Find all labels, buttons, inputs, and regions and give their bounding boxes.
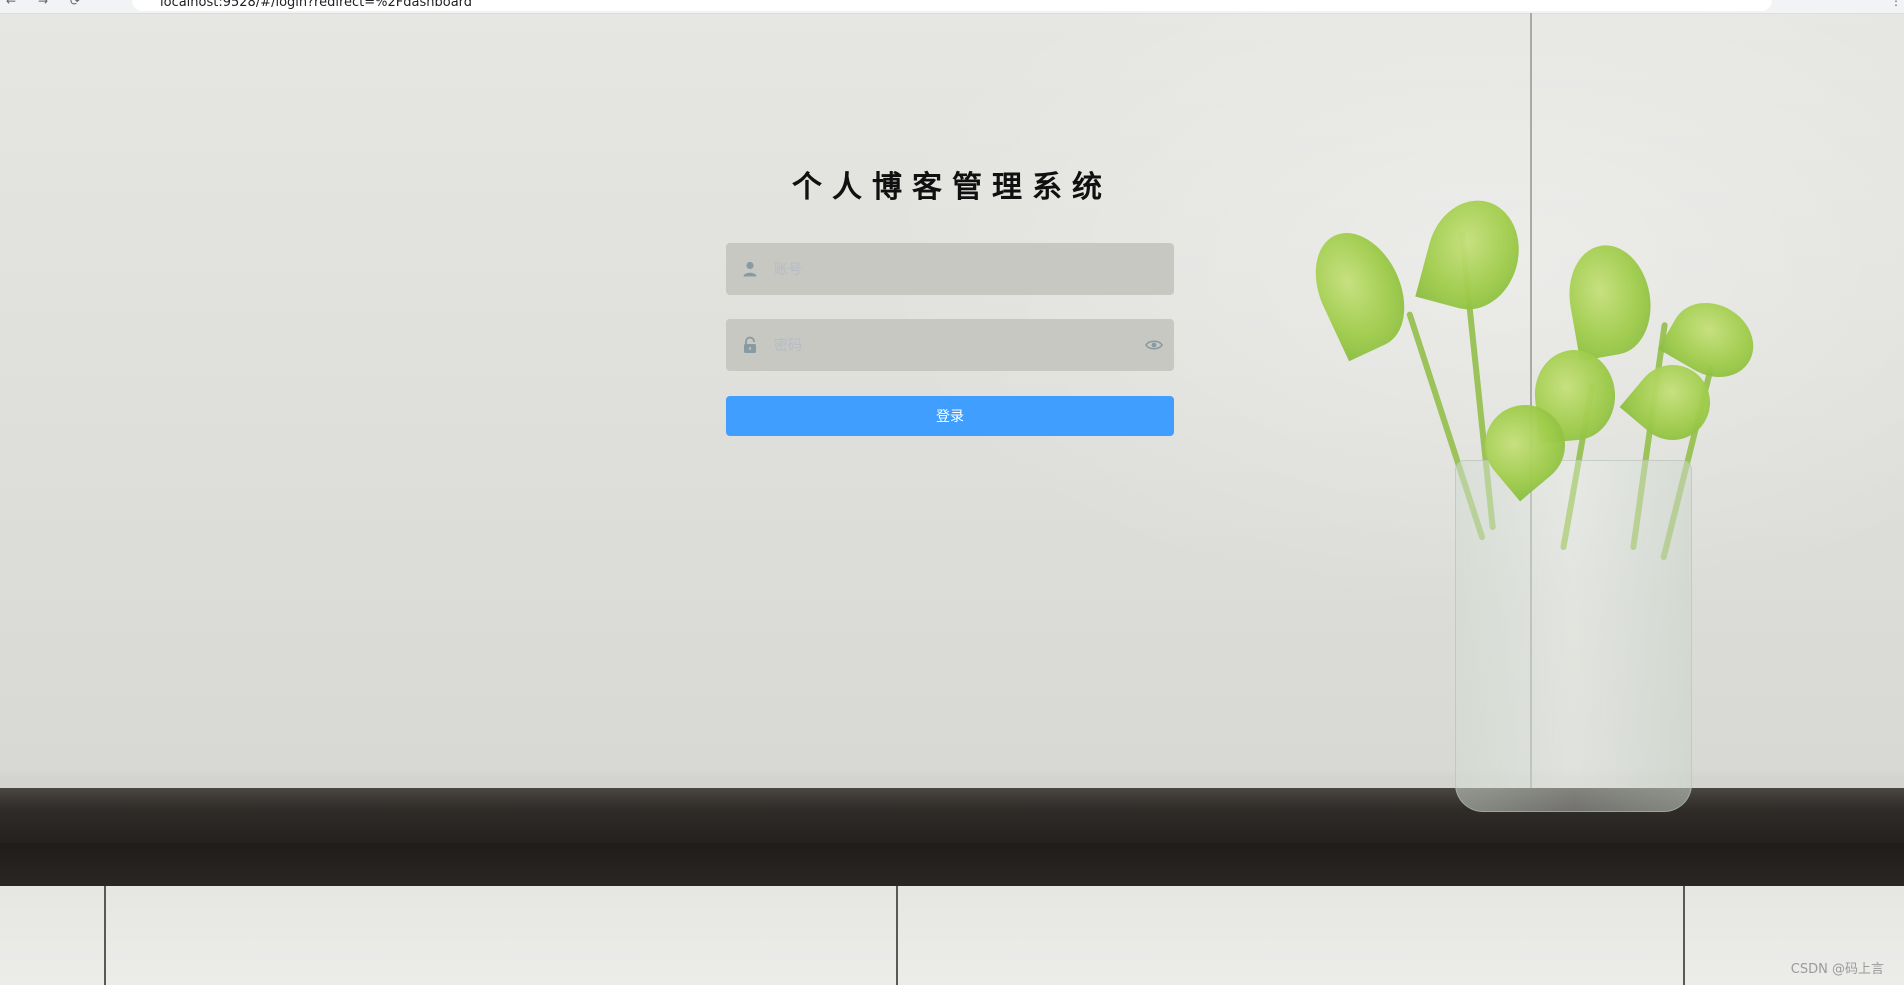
username-input[interactable] <box>772 243 1136 297</box>
login-button[interactable]: 登录 <box>726 396 1174 436</box>
cabinets <box>0 886 1904 985</box>
page-title: 个人博客管理系统 <box>792 170 1112 205</box>
watermark: CSDN @码上言 <box>1790 962 1884 977</box>
lock-icon <box>744 336 756 353</box>
reload-icon[interactable]: ⟳ <box>70 0 80 8</box>
forward-icon[interactable]: → <box>38 0 48 8</box>
browser-menu-icon[interactable]: ⋮ <box>1890 0 1902 8</box>
user-icon <box>743 261 757 277</box>
counter-edge <box>0 843 1904 886</box>
password-input[interactable] <box>772 319 1136 373</box>
eye-icon[interactable] <box>1144 335 1164 355</box>
password-field[interactable] <box>726 319 1174 373</box>
login-page: ← → ⟳ localhost:9528/#/login?redirect=%2… <box>0 0 1904 985</box>
glass-vase <box>1455 460 1692 812</box>
back-icon[interactable]: ← <box>6 0 16 8</box>
cabinet-divider <box>104 886 106 985</box>
username-field[interactable] <box>726 243 1174 297</box>
cabinet-divider <box>896 886 898 985</box>
browser-toolbar: ← → ⟳ localhost:9528/#/login?redirect=%2… <box>0 0 1904 14</box>
cabinet-divider <box>1683 886 1685 985</box>
address-url[interactable]: localhost:9528/#/login?redirect=%2Fdashb… <box>160 0 472 10</box>
